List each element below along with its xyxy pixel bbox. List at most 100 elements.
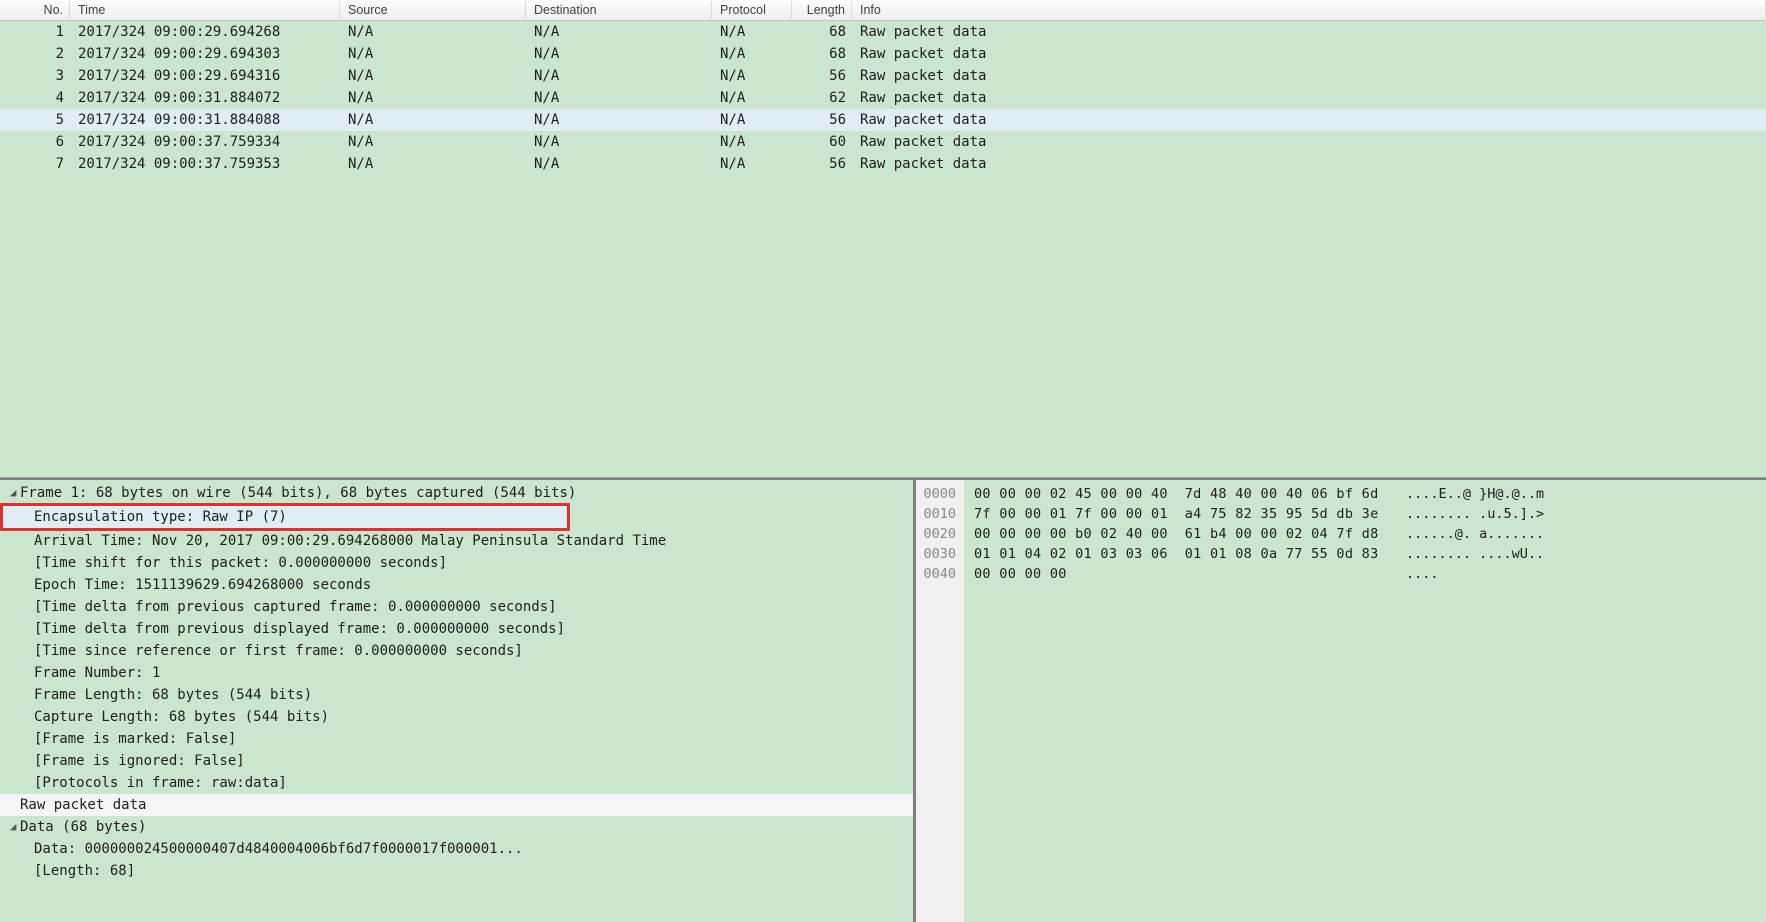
packet-row[interactable]: 22017/324 09:00:29.694303N/AN/AN/A68Raw …	[0, 43, 1766, 65]
col-header-no[interactable]: No.	[0, 1, 70, 19]
cell: N/A	[526, 24, 712, 40]
packet-row[interactable]: 72017/324 09:00:37.759353N/AN/AN/A56Raw …	[0, 153, 1766, 175]
hex-offset: 0010	[916, 504, 964, 524]
tree-label: Data (68 bytes)	[20, 816, 146, 838]
cell: N/A	[340, 24, 526, 40]
tree-delta-displayed[interactable]: [Time delta from previous displayed fram…	[0, 618, 913, 640]
col-header-dst[interactable]: Destination	[526, 1, 712, 19]
tree-label: Encapsulation type: Raw IP (7)	[34, 506, 287, 528]
cell: 2	[0, 46, 70, 62]
tree-data-length[interactable]: [Length: 68]	[0, 860, 913, 882]
tree-label: [Protocols in frame: raw:data]	[34, 772, 287, 794]
cell: 4	[0, 90, 70, 106]
packet-row[interactable]: 42017/324 09:00:31.884072N/AN/AN/A62Raw …	[0, 87, 1766, 109]
cell: N/A	[712, 134, 792, 150]
cell: N/A	[712, 24, 792, 40]
hex-line[interactable]: 00 00 00 00....	[974, 564, 1758, 584]
hex-bytes-span: 00 00 00 02 45 00 00 40 7d 48 40 00 40 0…	[974, 484, 1394, 504]
tree-frame-number[interactable]: Frame Number: 1	[0, 662, 913, 684]
cell: 6	[0, 134, 70, 150]
tree-label: [Time delta from previous displayed fram…	[34, 618, 565, 640]
cell: N/A	[712, 112, 792, 128]
cell: 2017/324 09:00:31.884072	[70, 90, 340, 106]
cell: Raw packet data	[852, 68, 1766, 84]
hex-bytes[interactable]: 00 00 00 02 45 00 00 40 7d 48 40 00 40 0…	[964, 480, 1766, 922]
tree-data-value[interactable]: Data: 000000024500000407d4840004006bf6d7…	[0, 838, 913, 860]
hex-ascii-span: ........ ....wU..	[1394, 544, 1544, 564]
tree-time-shift[interactable]: [Time shift for this packet: 0.000000000…	[0, 552, 913, 574]
app-root: No. Time Source Destination Protocol Len…	[0, 0, 1766, 922]
cell: N/A	[526, 156, 712, 172]
tree-frame-ignored[interactable]: [Frame is ignored: False]	[0, 750, 913, 772]
cell: Raw packet data	[852, 112, 1766, 128]
hex-offset: 0000	[916, 484, 964, 504]
col-header-src[interactable]: Source	[340, 1, 526, 19]
col-header-len[interactable]: Length	[792, 1, 852, 19]
tree-capture-length[interactable]: Capture Length: 68 bytes (544 bits)	[0, 706, 913, 728]
packet-row[interactable]: 62017/324 09:00:37.759334N/AN/AN/A60Raw …	[0, 131, 1766, 153]
tree-label: [Time since reference or first frame: 0.…	[34, 640, 523, 662]
tree-since-ref[interactable]: [Time since reference or first frame: 0.…	[0, 640, 913, 662]
packet-row[interactable]: 52017/324 09:00:31.884088N/AN/AN/A56Raw …	[0, 109, 1766, 131]
cell: 2017/324 09:00:29.694303	[70, 46, 340, 62]
tree-protocols[interactable]: [Protocols in frame: raw:data]	[0, 772, 913, 794]
tree-frame-marked[interactable]: [Frame is marked: False]	[0, 728, 913, 750]
hex-line[interactable]: 00 00 00 00 b0 02 40 00 61 b4 00 00 02 0…	[974, 524, 1758, 544]
col-header-proto[interactable]: Protocol	[712, 1, 792, 19]
cell: Raw packet data	[852, 46, 1766, 62]
tree-arrival-time[interactable]: Arrival Time: Nov 20, 2017 09:00:29.6942…	[0, 530, 913, 552]
hex-line[interactable]: 01 01 04 02 01 03 03 06 01 01 08 0a 77 5…	[974, 544, 1758, 564]
hex-ascii-span: ....	[1394, 564, 1439, 584]
cell: N/A	[526, 46, 712, 62]
expand-icon[interactable]: ◢	[6, 482, 20, 504]
col-header-time[interactable]: Time	[70, 1, 340, 19]
tree-epoch[interactable]: Epoch Time: 1511139629.694268000 seconds	[0, 574, 913, 596]
cell: 56	[792, 156, 852, 172]
tree-label: [Frame is marked: False]	[34, 728, 236, 750]
packet-row[interactable]: 12017/324 09:00:29.694268N/AN/AN/A68Raw …	[0, 21, 1766, 43]
tree-label: [Time delta from previous captured frame…	[34, 596, 557, 618]
cell: 56	[792, 68, 852, 84]
hex-bytes-span: 00 00 00 00 b0 02 40 00 61 b4 00 00 02 0…	[974, 524, 1394, 544]
tree-encapsulation[interactable]: Encapsulation type: Raw IP (7)	[0, 503, 570, 531]
tree-delta-captured[interactable]: [Time delta from previous captured frame…	[0, 596, 913, 618]
hex-offsets: 00000010002000300040	[916, 480, 964, 922]
hex-ascii-span: ....E..@ }H@.@..m	[1394, 484, 1544, 504]
cell: N/A	[712, 68, 792, 84]
tree-frame-header[interactable]: ◢ Frame 1: 68 bytes on wire (544 bits), …	[0, 482, 913, 504]
tree-label: Frame Number: 1	[34, 662, 160, 684]
tree-data-header[interactable]: ◢ Data (68 bytes)	[0, 816, 913, 838]
hex-bytes-span: 7f 00 00 01 7f 00 00 01 a4 75 82 35 95 5…	[974, 504, 1394, 524]
cell: N/A	[526, 112, 712, 128]
hex-line[interactable]: 00 00 00 02 45 00 00 40 7d 48 40 00 40 0…	[974, 484, 1758, 504]
hex-offset: 0020	[916, 524, 964, 544]
col-header-info[interactable]: Info	[852, 1, 1766, 19]
cell: N/A	[340, 90, 526, 106]
packet-details-pane[interactable]: ◢ Frame 1: 68 bytes on wire (544 bits), …	[0, 480, 916, 922]
packet-row[interactable]: 32017/324 09:00:29.694316N/AN/AN/A56Raw …	[0, 65, 1766, 87]
cell: N/A	[712, 46, 792, 62]
tree-label: Raw packet data	[20, 794, 146, 816]
hex-ascii-span: ........ .u.5.].>	[1394, 504, 1544, 524]
packet-list-body[interactable]: 12017/324 09:00:29.694268N/AN/AN/A68Raw …	[0, 21, 1766, 477]
cell: 1	[0, 24, 70, 40]
cell: N/A	[340, 46, 526, 62]
tree-label: [Length: 68]	[34, 860, 135, 882]
cell: N/A	[712, 156, 792, 172]
tree-label: Epoch Time: 1511139629.694268000 seconds	[34, 574, 371, 596]
tree-raw-packet[interactable]: Raw packet data	[0, 794, 913, 816]
hex-line[interactable]: 7f 00 00 01 7f 00 00 01 a4 75 82 35 95 5…	[974, 504, 1758, 524]
hex-pane[interactable]: 00000010002000300040 00 00 00 02 45 00 0…	[916, 480, 1766, 922]
cell: N/A	[340, 68, 526, 84]
tree-label: Capture Length: 68 bytes (544 bits)	[34, 706, 329, 728]
cell: 2017/324 09:00:37.759353	[70, 156, 340, 172]
packet-list-header[interactable]: No. Time Source Destination Protocol Len…	[0, 0, 1766, 21]
tree-label: [Frame is ignored: False]	[34, 750, 245, 772]
tree-frame-length[interactable]: Frame Length: 68 bytes (544 bits)	[0, 684, 913, 706]
expand-icon[interactable]: ◢	[6, 816, 20, 838]
cell: 62	[792, 90, 852, 106]
bottom-split: ◢ Frame 1: 68 bytes on wire (544 bits), …	[0, 478, 1766, 922]
cell: N/A	[712, 90, 792, 106]
cell: 2017/324 09:00:29.694268	[70, 24, 340, 40]
cell: 5	[0, 112, 70, 128]
